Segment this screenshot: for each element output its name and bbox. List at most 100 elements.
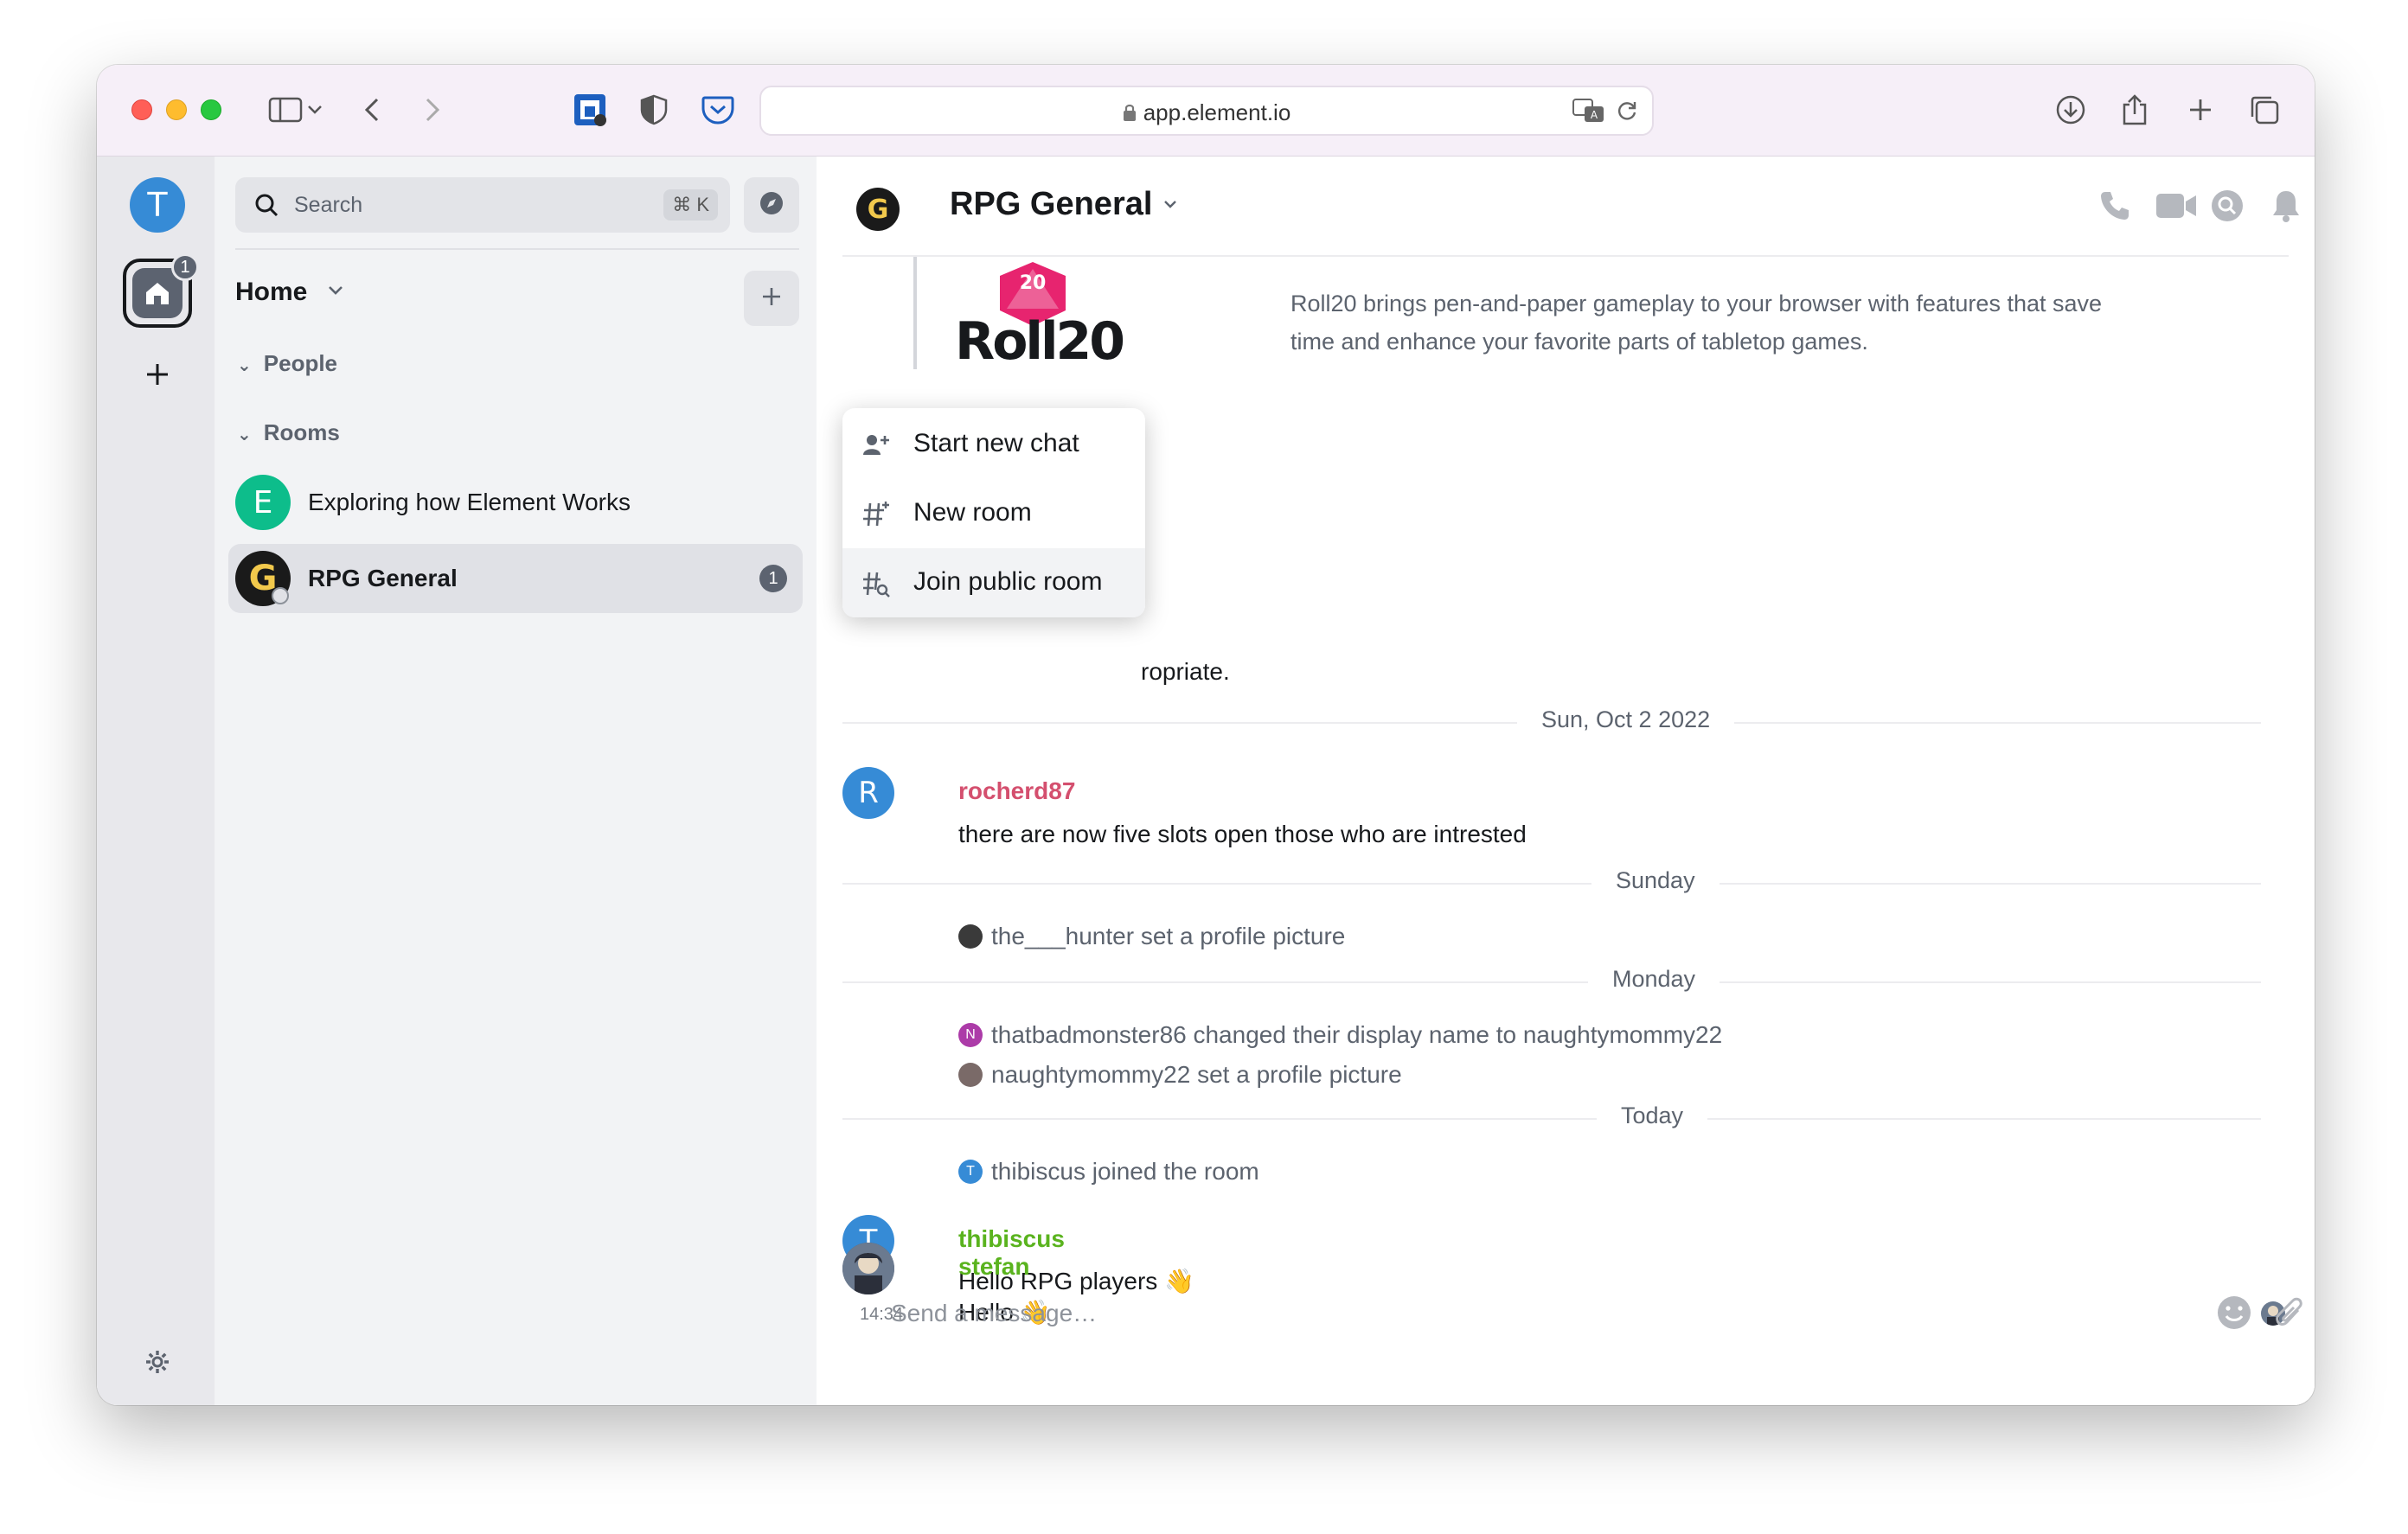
sender-name[interactable]: thibiscus <box>958 1225 1065 1253</box>
menu-item-label: Start new chat <box>913 429 1079 457</box>
date-label: Today <box>1597 1103 1708 1129</box>
minimize-window-button[interactable] <box>166 99 187 120</box>
room-name: RPG General <box>308 565 458 591</box>
message-body: there are now five slots open those who … <box>958 821 1527 847</box>
explore-rooms-button[interactable] <box>744 177 799 233</box>
section-rooms-label: Rooms <box>263 419 340 445</box>
search-icon[interactable] <box>2207 186 2247 226</box>
reload-icon[interactable] <box>1616 99 1638 126</box>
chevron-down-icon: ⌄ <box>237 425 252 444</box>
menu-item-label: Join public room <box>913 567 1103 596</box>
section-rooms[interactable]: ⌄ Rooms <box>237 419 340 446</box>
emoji-icon[interactable] <box>2213 1291 2256 1334</box>
url-preview-description: Roll20 brings pen-and-paper gameplay to … <box>1290 291 2103 355</box>
room-item-exploring[interactable]: E Exploring how Element Works <box>228 468 803 537</box>
spaces-bar: T 1 <box>97 157 215 1405</box>
home-space-button[interactable]: 1 <box>123 253 199 328</box>
add-context-menu: Start new chat New room Join public room <box>842 408 1145 617</box>
url-bar[interactable]: app.element.io A <box>759 86 1654 136</box>
chevron-down-icon[interactable] <box>303 91 327 129</box>
element-app: T 1 Search ⌘ K Home ⌄ People ⌄ Rooms E E… <box>97 157 2315 1405</box>
event-avatar <box>958 924 983 949</box>
section-people-label: People <box>263 350 338 376</box>
date-label: Sun, Oct 2 2022 <box>1517 706 1735 733</box>
sender-avatar[interactable]: R <box>842 767 894 819</box>
add-person-icon <box>861 431 891 460</box>
hashtag-plus-icon <box>861 500 891 529</box>
search-icon <box>254 193 279 221</box>
event-avatar-initial: N <box>965 1027 976 1042</box>
create-space-icon[interactable] <box>140 357 175 392</box>
date-label: Monday <box>1588 966 1720 993</box>
forward-icon[interactable] <box>413 91 452 129</box>
date-separator <box>842 1118 2261 1120</box>
shield-icon[interactable] <box>635 91 673 129</box>
roll20-logo-die: 20 <box>1019 272 1047 294</box>
voice-call-icon[interactable] <box>2095 186 2135 226</box>
user-avatar[interactable]: T <box>130 177 185 233</box>
notifications-icon[interactable] <box>2266 186 2306 226</box>
event-line: thibiscus joined the room <box>991 1158 1259 1185</box>
room-header-avatar[interactable]: G <box>856 188 900 231</box>
room-title[interactable]: RPG General <box>950 186 1152 223</box>
chevron-down-icon[interactable] <box>327 284 344 301</box>
room-avatar-initial: E <box>253 484 273 521</box>
url-text: app.element.io <box>761 99 1652 128</box>
svg-text:A: A <box>1591 109 1598 121</box>
user-avatar-initial: T <box>147 186 168 224</box>
hashtag-search-icon <box>861 569 891 598</box>
room-list-panel: Search ⌘ K Home ⌄ People ⌄ Rooms E Explo… <box>215 157 846 1405</box>
close-window-button[interactable] <box>131 99 152 120</box>
pocket-icon[interactable] <box>699 91 737 129</box>
password-manager-icon[interactable] <box>571 91 609 129</box>
date-separator <box>842 981 2261 983</box>
zoom-window-button[interactable] <box>201 99 221 120</box>
date-separator <box>842 883 2261 885</box>
event-line: thatbadmonster86 changed their display n… <box>991 1021 1723 1048</box>
compass-icon <box>759 190 785 221</box>
menu-item-label: New room <box>913 498 1032 527</box>
room-name: Exploring how Element Works <box>308 489 631 515</box>
plus-icon <box>760 285 783 312</box>
video-call-icon[interactable] <box>2152 186 2200 226</box>
share-icon[interactable] <box>2116 91 2154 129</box>
date-label: Sunday <box>1591 867 1720 894</box>
download-icon[interactable] <box>2052 91 2090 129</box>
sidebar-toggle-icon[interactable] <box>266 91 304 129</box>
roll20-logo-text: Roll20 <box>955 311 1125 372</box>
event-line: naughtymommy22 set a profile picture <box>991 1061 1402 1088</box>
search-shortcut: ⌘ K <box>663 189 718 221</box>
search-placeholder: Search <box>294 193 363 217</box>
room-unread-badge: 1 <box>759 565 787 592</box>
menu-item-new-room[interactable]: New room <box>842 479 1145 548</box>
room-list-divider <box>235 248 799 250</box>
event-avatar: T <box>958 1160 983 1184</box>
browser-window: app.element.io A T 1 Search ⌘ K Home ⌄ P… <box>97 65 2315 1405</box>
room-header: G RPG General <box>817 157 2315 255</box>
search-input[interactable]: Search ⌘ K <box>235 177 730 233</box>
attachment-icon[interactable] <box>2268 1291 2311 1334</box>
menu-item-join-public-room[interactable]: Join public room <box>842 548 1145 617</box>
tab-overview-icon[interactable] <box>2245 91 2283 129</box>
back-icon[interactable] <box>353 91 391 129</box>
gear-icon[interactable] <box>140 1345 175 1379</box>
event-avatar-initial: T <box>966 1164 975 1179</box>
menu-item-start-new-chat[interactable]: Start new chat <box>842 410 1145 479</box>
room-item-rpg-general[interactable]: G RPG General 1 <box>228 544 803 613</box>
sender-name[interactable]: rocherd87 <box>958 777 1075 805</box>
roll20-logo[interactable]: 20 Roll20 <box>955 260 1128 368</box>
room-avatar: E <box>235 475 291 530</box>
home-title[interactable]: Home <box>235 278 307 307</box>
add-button[interactable] <box>744 271 799 326</box>
browser-toolbar: app.element.io A <box>97 65 2315 157</box>
chevron-down-icon[interactable] <box>1162 198 1178 214</box>
truncated-message: ropriate. <box>1141 658 1230 685</box>
room-view: G RPG General 20 Roll20 Roll20 brings pe… <box>817 157 2315 1405</box>
message-input[interactable]: Send a message… <box>891 1300 1097 1327</box>
section-people[interactable]: ⌄ People <box>237 350 337 377</box>
globe-icon <box>272 587 289 604</box>
chevron-down-icon: ⌄ <box>237 356 252 375</box>
event-avatar <box>958 1063 983 1087</box>
translate-icon[interactable]: A <box>1572 98 1605 128</box>
new-tab-icon[interactable] <box>2181 91 2219 129</box>
